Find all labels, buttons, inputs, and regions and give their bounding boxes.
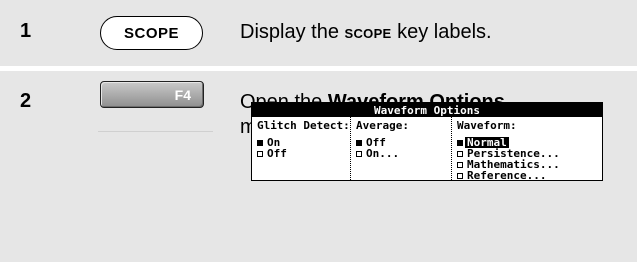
instruction-text: key labels. <box>391 21 492 43</box>
radio-empty-icon <box>257 150 263 157</box>
radio-empty-icon <box>457 150 463 157</box>
option-list: Off On... <box>356 137 399 159</box>
menu-option[interactable]: On... <box>356 148 399 159</box>
radio-empty-icon <box>457 172 463 179</box>
radio-empty-icon <box>356 150 362 157</box>
step-1-instruction: Display the SCOPE key labels. <box>240 20 492 46</box>
option-label: On... <box>366 147 400 160</box>
step-number: 1 <box>20 20 32 42</box>
radio-empty-icon <box>457 161 463 168</box>
column-header: Waveform: <box>457 119 517 132</box>
column-header: Average: <box>356 119 409 132</box>
average-column: Average: Off On... <box>350 117 452 180</box>
waveform-options-menu: Waveform Options Glitch Detect: On Off Ave… <box>251 102 603 181</box>
instruction-text: Display the <box>240 21 345 43</box>
menu-option[interactable]: Off <box>257 148 287 159</box>
step-1-row: 1 SCOPE Display the SCOPE key labels. <box>0 0 637 66</box>
option-label: Off <box>267 147 287 160</box>
scope-key-button[interactable]: SCOPE <box>100 16 203 50</box>
waveform-column: Waveform: Normal Persistence... Mathematics… <box>451 117 603 181</box>
scope-key-reference: SCOPE <box>344 26 392 41</box>
column-header: Glitch Detect: <box>257 119 350 132</box>
option-list: On Off <box>257 137 287 159</box>
divider <box>98 131 213 132</box>
radio-filled-icon <box>356 139 362 146</box>
f4-key-button[interactable]: F4 <box>100 81 204 108</box>
option-list: Normal Persistence... Mathematics... Refere… <box>457 137 560 181</box>
menu-title: Waveform Options <box>252 103 602 117</box>
menu-option[interactable]: Reference... <box>457 170 560 181</box>
step-number: 2 <box>20 90 32 112</box>
glitch-detect-column: Glitch Detect: On Off <box>252 117 350 180</box>
radio-filled-icon <box>257 139 263 146</box>
option-label: Reference... <box>467 169 547 182</box>
radio-filled-icon <box>457 139 463 146</box>
